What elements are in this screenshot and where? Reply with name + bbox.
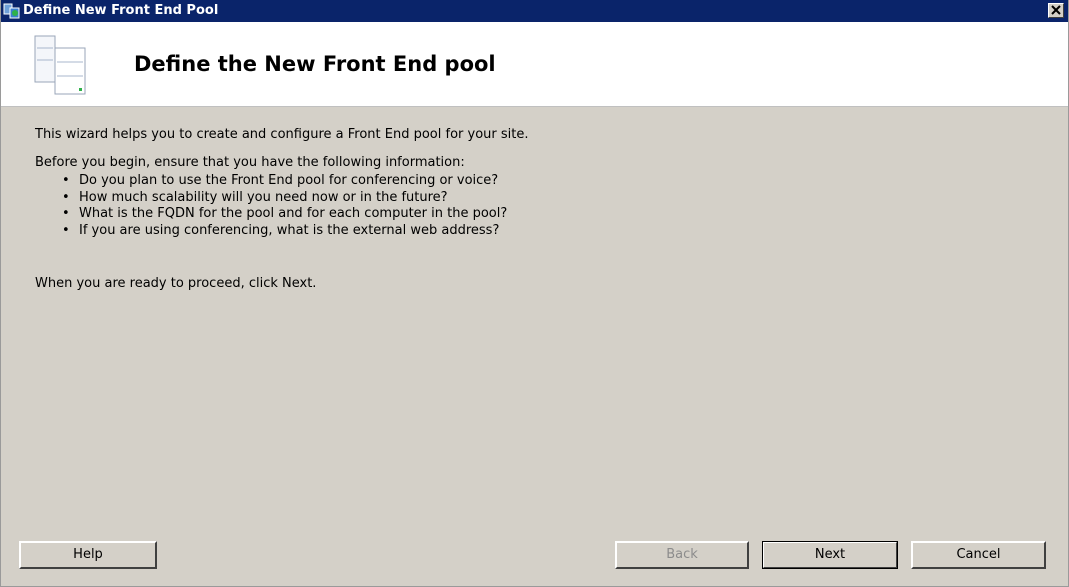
requirements-list: Do you plan to use the Front End pool fo…: [35, 173, 1035, 239]
title-bar[interactable]: Define New Front End Pool: [1, 0, 1068, 22]
cancel-button[interactable]: Cancel: [911, 541, 1046, 569]
list-item: What is the FQDN for the pool and for ea…: [62, 206, 1035, 223]
intro-text: This wizard helps you to create and conf…: [35, 127, 529, 142]
list-item: If you are using conferencing, what is t…: [62, 223, 1035, 240]
help-button[interactable]: Help: [19, 541, 157, 569]
server-pool-icon: [3, 2, 21, 20]
before-you-begin-text: Before you begin, ensure that you have t…: [35, 155, 465, 170]
server-pages-icon: [33, 34, 89, 96]
back-button[interactable]: Back: [615, 541, 749, 569]
close-icon: [1051, 5, 1061, 15]
wizard-window: Define New Front End Pool Define the New…: [0, 0, 1069, 587]
page-title: Define the New Front End pool: [134, 52, 496, 76]
next-button[interactable]: Next: [762, 541, 898, 569]
ready-text: When you are ready to proceed, click Nex…: [35, 276, 317, 291]
list-item: Do you plan to use the Front End pool fo…: [62, 173, 1035, 190]
wizard-body: This wizard helps you to create and conf…: [35, 127, 1035, 292]
list-item: How much scalability will you need now o…: [62, 190, 1035, 207]
window-title: Define New Front End Pool: [23, 3, 219, 18]
close-button[interactable]: [1048, 3, 1064, 18]
wizard-header: Define the New Front End pool: [1, 22, 1068, 107]
